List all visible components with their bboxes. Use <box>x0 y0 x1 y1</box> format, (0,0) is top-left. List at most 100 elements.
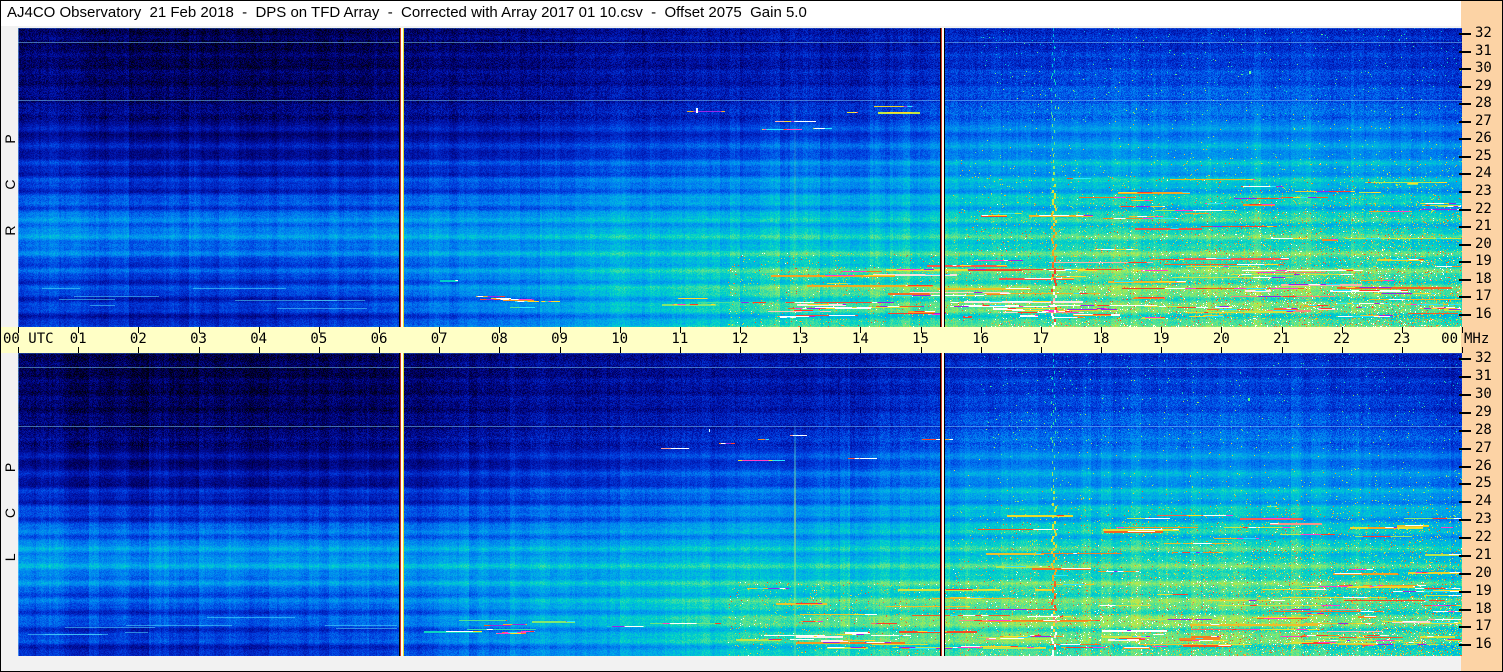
time-tick <box>800 347 802 353</box>
frequency-tick-label: 20 <box>1475 565 1492 581</box>
frequency-tick-label: 20 <box>1475 236 1492 252</box>
lcp-spectrogram-panel <box>18 353 1462 656</box>
frequency-tick-label: 21 <box>1475 547 1492 563</box>
time-tick <box>78 347 80 353</box>
time-tick <box>1040 347 1042 353</box>
spectrograph-viewer-window: AJ4CO Observatory 21 Feb 2018 - DPS on T… <box>0 0 1503 672</box>
frequency-tick <box>1459 412 1471 414</box>
time-tick-label: 14 <box>851 331 869 347</box>
frequency-tick <box>1459 51 1471 53</box>
frequency-tick <box>1459 537 1471 539</box>
frequency-tick-label: 31 <box>1475 368 1492 384</box>
frequency-tick-label: 29 <box>1475 78 1492 94</box>
time-tick-label: 12 <box>731 331 749 347</box>
frequency-tick-label: 24 <box>1475 493 1492 509</box>
frequency-tick-label: 25 <box>1475 475 1492 491</box>
frequency-tick-label: 17 <box>1475 288 1492 304</box>
frequency-tick <box>1459 314 1471 316</box>
time-tick-label: 03 <box>190 331 207 347</box>
frequency-tick-label: 30 <box>1475 386 1492 402</box>
frequency-tick <box>1459 519 1471 521</box>
time-tick-label: 20 <box>1212 331 1230 347</box>
frequency-tick <box>1459 394 1471 396</box>
frequency-tick-label: 32 <box>1475 25 1492 41</box>
time-tick-label: 17 <box>1032 331 1050 347</box>
frequency-tick <box>1459 244 1471 246</box>
time-tick-label: 21 <box>1273 331 1290 347</box>
time-tick-label: 13 <box>791 331 809 347</box>
frequency-tick-label: 19 <box>1475 583 1492 599</box>
frequency-tick <box>1459 226 1471 228</box>
frequency-tick <box>1459 430 1471 432</box>
frequency-tick <box>1459 466 1471 468</box>
frequency-tick-label: 26 <box>1475 130 1492 146</box>
time-tick <box>198 347 200 353</box>
time-tick <box>439 347 441 353</box>
frequency-tick <box>1459 138 1471 140</box>
frequency-tick-label: 30 <box>1475 60 1492 76</box>
time-tick-label: 00 <box>1441 331 1458 347</box>
frequency-tick <box>1459 209 1471 211</box>
frequency-tick-label: 28 <box>1475 422 1492 438</box>
time-tick <box>619 347 621 353</box>
time-tick-label: 01 <box>69 331 87 347</box>
frequency-tick-label: 31 <box>1475 43 1492 59</box>
time-tick-label: 08 <box>490 331 508 347</box>
frequency-tick <box>1459 191 1471 193</box>
frequency-tick-label: 22 <box>1475 201 1492 217</box>
time-tick <box>1221 347 1223 353</box>
frequency-tick-label: 29 <box>1475 404 1492 420</box>
frequency-tick <box>1459 358 1471 360</box>
time-tick <box>18 347 19 353</box>
rcp-axis-label: R C P <box>2 118 18 236</box>
frequency-tick-label: 24 <box>1475 165 1492 181</box>
time-tick <box>980 347 982 353</box>
frequency-tick-label: 19 <box>1475 253 1492 269</box>
frequency-tick-label: 18 <box>1475 271 1492 287</box>
frequency-tick <box>1459 103 1471 105</box>
frequency-tick-label: 25 <box>1475 148 1492 164</box>
time-tick <box>1161 347 1163 353</box>
time-tick <box>1281 347 1283 353</box>
frequency-tick <box>1459 501 1471 503</box>
frequency-tick <box>1459 296 1471 298</box>
frequency-tick-label: 23 <box>1475 511 1492 527</box>
frequency-tick <box>1459 86 1471 88</box>
frequency-tick-label: 17 <box>1475 618 1492 634</box>
time-tick-label: 11 <box>671 331 689 347</box>
time-tick-label: 23 <box>1393 331 1411 347</box>
time-tick <box>740 347 741 353</box>
time-tick-label: 15 <box>912 331 929 347</box>
time-tick-label: 22 <box>1333 331 1351 347</box>
time-tick <box>1462 327 1463 333</box>
time-tick-label: 16 <box>972 331 990 347</box>
frequency-tick-label: 28 <box>1475 95 1492 111</box>
frequency-tick <box>1459 121 1471 123</box>
title-bar: AJ4CO Observatory 21 Feb 2018 - DPS on T… <box>1 1 1461 26</box>
frequency-tick <box>1459 156 1471 158</box>
page-title: AJ4CO Observatory 21 Feb 2018 - DPS on T… <box>7 4 807 21</box>
time-tick <box>499 347 501 353</box>
frequency-tick-label: 18 <box>1475 601 1492 617</box>
time-tick <box>1341 347 1343 353</box>
time-tick <box>379 347 380 353</box>
time-tick-label: 06 <box>370 331 388 347</box>
mhz-unit-label: MHz <box>1464 331 1490 347</box>
time-tick <box>258 347 260 353</box>
time-tick <box>1462 347 1463 353</box>
time-tick <box>1401 347 1403 353</box>
time-tick <box>1101 347 1102 353</box>
time-tick-label: 04 <box>250 331 268 347</box>
frequency-tick-label: 16 <box>1475 306 1492 322</box>
time-tick-label: 09 <box>551 331 568 347</box>
time-tick-label: 05 <box>310 331 328 347</box>
frequency-tick <box>1459 279 1471 281</box>
time-tick <box>860 347 862 353</box>
frequency-tick <box>1459 626 1471 628</box>
frequency-tick <box>1459 573 1471 575</box>
frequency-tick <box>1459 448 1471 450</box>
lcp-axis-label: L C P <box>2 446 18 562</box>
frequency-tick <box>1459 33 1471 35</box>
frequency-tick <box>1459 644 1471 646</box>
frequency-tick <box>1459 591 1471 593</box>
